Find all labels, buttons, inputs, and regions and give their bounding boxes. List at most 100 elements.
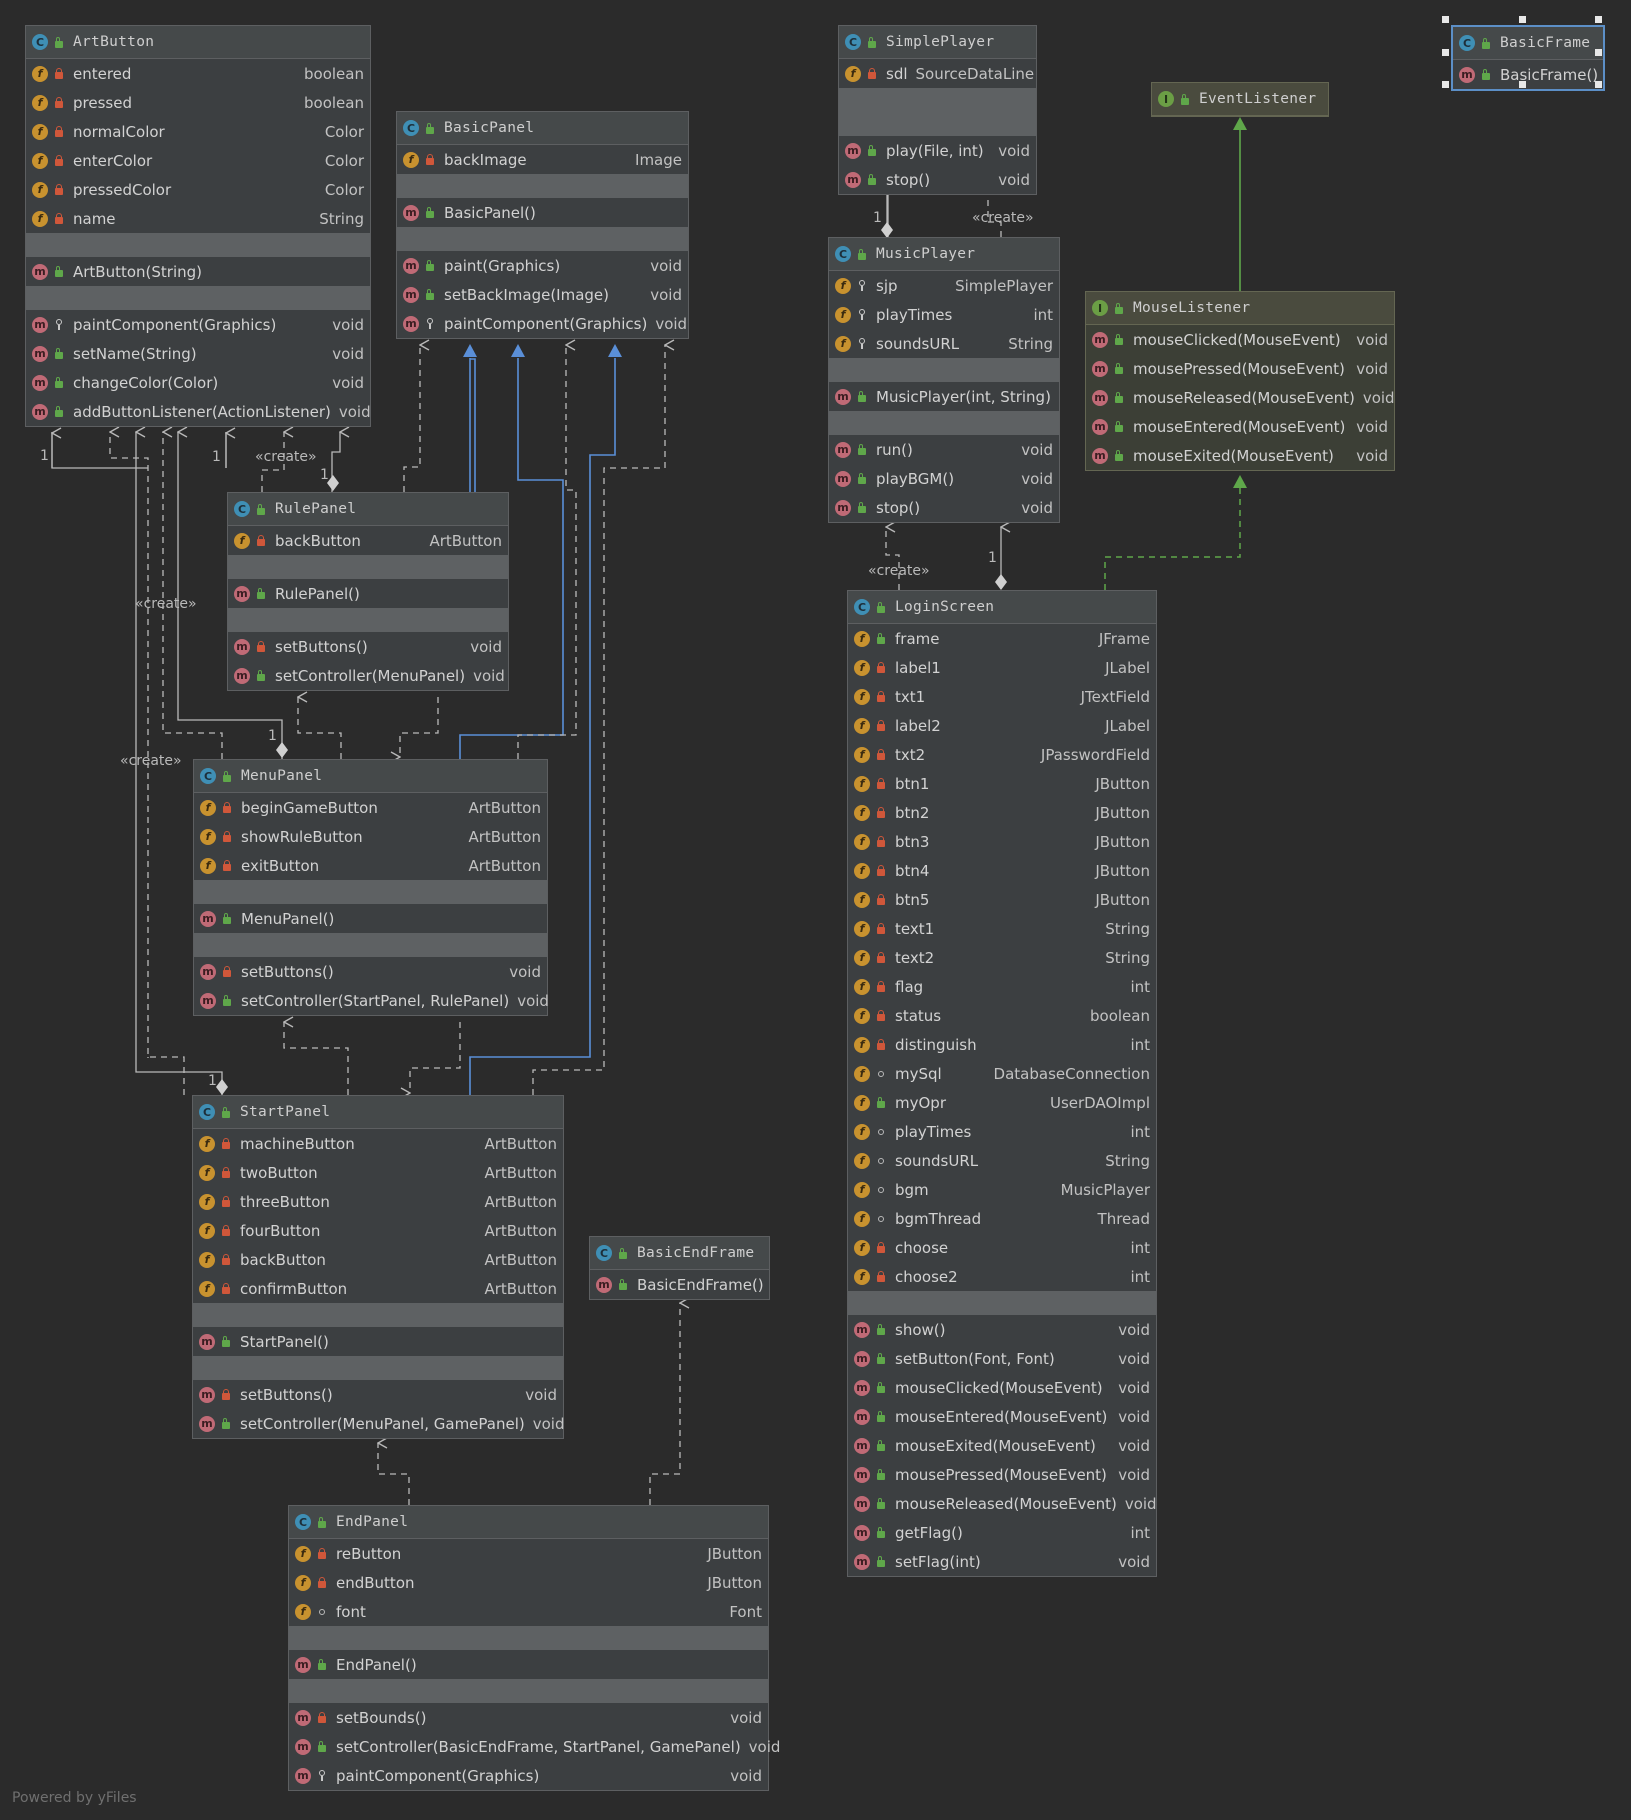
field-row[interactable]: f endButton JButton <box>289 1568 768 1597</box>
class-box-basicframe[interactable]: C BasicFrame m BasicFrame() <box>1451 25 1605 91</box>
field-row[interactable]: f status boolean <box>848 1001 1156 1030</box>
selection-handle[interactable] <box>1442 81 1449 88</box>
method-row[interactable]: m play(File, int) void <box>839 136 1036 165</box>
field-row[interactable]: f sdl SourceDataLine <box>839 59 1036 88</box>
class-box-simpleplayer[interactable]: C SimplePlayer f sdl SourceDataLine m play(Fil… <box>838 25 1037 195</box>
selection-handle[interactable] <box>1519 16 1526 23</box>
field-row[interactable]: f text1 String <box>848 914 1156 943</box>
method-row[interactable]: m mouseReleased(MouseEvent) void <box>1086 383 1395 412</box>
field-row[interactable]: f exitButton ArtButton <box>194 851 547 880</box>
method-row[interactable]: m setController(StartPanel, RulePanel) voi… <box>194 986 549 1015</box>
field-row[interactable]: f name String <box>26 204 370 233</box>
field-row[interactable]: f beginGameButton ArtButton <box>194 793 547 822</box>
method-row[interactable]: m mouseReleased(MouseEvent) void <box>848 1489 1157 1518</box>
constructor-row[interactable]: m BasicEndFrame() <box>590 1270 769 1299</box>
class-box-loginscreen[interactable]: C LoginScreen f frame JFrame f label1 JLabel f tx… <box>847 590 1157 1577</box>
field-row[interactable]: f machineButton ArtButton <box>193 1129 563 1158</box>
field-row[interactable]: f enterColor Color <box>26 146 370 175</box>
field-row[interactable]: f text2 String <box>848 943 1156 972</box>
field-row[interactable]: f sjp SimplePlayer <box>829 271 1059 300</box>
class-box-basicendframe[interactable]: C BasicEndFrame m BasicEndFrame() <box>589 1236 770 1300</box>
class-header[interactable]: C LoginScreen <box>848 591 1156 624</box>
field-row[interactable]: f btn3 JButton <box>848 827 1156 856</box>
method-row[interactable]: m setButtons() void <box>194 957 547 986</box>
class-box-rulepanel[interactable]: C RulePanel f backButton ArtButton m RulePanel… <box>227 492 509 691</box>
class-header[interactable]: C MenuPanel <box>194 760 547 793</box>
method-row[interactable]: m mouseClicked(MouseEvent) void <box>848 1373 1156 1402</box>
method-row[interactable]: m mouseExited(MouseEvent) void <box>1086 441 1394 470</box>
field-row[interactable]: f soundsURL String <box>829 329 1059 358</box>
method-row[interactable]: m setController(BasicEndFrame, StartPanel… <box>289 1732 780 1761</box>
field-row[interactable]: f bgm MusicPlayer <box>848 1175 1156 1204</box>
class-header[interactable]: C RulePanel <box>228 493 508 526</box>
field-row[interactable]: f myOpr UserDAOImpl <box>848 1088 1156 1117</box>
field-row[interactable]: f reButton JButton <box>289 1539 768 1568</box>
selection-handle[interactable] <box>1442 16 1449 23</box>
method-row[interactable]: m addButtonListener(ActionListener) void <box>26 397 371 426</box>
method-row[interactable]: m show() void <box>848 1315 1156 1344</box>
class-box-endpanel[interactable]: C EndPanel f reButton JButton f endButton JButt… <box>288 1505 780 1791</box>
field-row[interactable]: f pressed boolean <box>26 88 370 117</box>
class-box-musicplayer[interactable]: C MusicPlayer f sjp SimplePlayer f playTimes in… <box>828 237 1060 523</box>
class-header[interactable]: C ArtButton <box>26 26 370 59</box>
constructor-row[interactable]: m EndPanel() <box>289 1650 768 1679</box>
method-row[interactable]: m getFlag() int <box>848 1518 1156 1547</box>
method-row[interactable]: m mouseEntered(MouseEvent) void <box>848 1402 1156 1431</box>
method-row[interactable]: m paintComponent(Graphics) void <box>26 310 370 339</box>
selection-handle[interactable] <box>1519 81 1526 88</box>
constructor-row[interactable]: m BasicPanel() <box>397 198 688 227</box>
selection-handle[interactable] <box>1595 81 1602 88</box>
field-row[interactable]: f txt1 JTextField <box>848 682 1156 711</box>
class-header[interactable]: C BasicEndFrame <box>590 1237 769 1270</box>
class-header[interactable]: C StartPanel <box>193 1096 563 1129</box>
field-row[interactable]: f mySql DatabaseConnection <box>848 1059 1156 1088</box>
method-row[interactable]: m setFlag(int) void <box>848 1547 1156 1576</box>
method-row[interactable]: m playBGM() void <box>829 464 1059 493</box>
field-row[interactable]: f fourButton ArtButton <box>193 1216 563 1245</box>
field-row[interactable]: f bgmThread Thread <box>848 1204 1156 1233</box>
field-row[interactable]: f btn2 JButton <box>848 798 1156 827</box>
class-header[interactable]: I MouseListener <box>1086 292 1394 325</box>
field-row[interactable]: f playTimes int <box>829 300 1059 329</box>
class-header[interactable]: C EndPanel <box>289 1506 768 1539</box>
selection-handle[interactable] <box>1442 49 1449 56</box>
field-row[interactable]: f backButton ArtButton <box>228 526 508 555</box>
field-row[interactable]: f pressedColor Color <box>26 175 370 204</box>
constructor-row[interactable]: m StartPanel() <box>193 1327 563 1356</box>
selection-handle[interactable] <box>1595 16 1602 23</box>
method-row[interactable]: m mousePressed(MouseEvent) void <box>1086 354 1394 383</box>
class-header[interactable]: I EventListener <box>1152 83 1328 116</box>
method-row[interactable]: m mouseClicked(MouseEvent) void <box>1086 325 1394 354</box>
method-row[interactable]: m mouseExited(MouseEvent) void <box>848 1431 1156 1460</box>
method-row[interactable]: m setButtons() void <box>228 632 508 661</box>
field-row[interactable]: f btn1 JButton <box>848 769 1156 798</box>
method-row[interactable]: m changeColor(Color) void <box>26 368 370 397</box>
field-row[interactable]: f soundsURL String <box>848 1146 1156 1175</box>
selection-handle[interactable] <box>1595 49 1602 56</box>
field-row[interactable]: f txt2 JPasswordField <box>848 740 1156 769</box>
field-row[interactable]: f frame JFrame <box>848 624 1156 653</box>
field-row[interactable]: f btn5 JButton <box>848 885 1156 914</box>
method-row[interactable]: m stop() void <box>839 165 1036 194</box>
field-row[interactable]: f label1 JLabel <box>848 653 1156 682</box>
class-box-basicpanel[interactable]: C BasicPanel f backImage Image m BasicPanel() m… <box>396 111 689 339</box>
field-row[interactable]: f font Font <box>289 1597 768 1626</box>
class-header[interactable]: C BasicFrame <box>1453 27 1603 60</box>
field-row[interactable]: f playTimes int <box>848 1117 1156 1146</box>
method-row[interactable]: m run() void <box>829 435 1059 464</box>
class-box-startpanel[interactable]: C StartPanel f machineButton ArtButton f twoBu… <box>192 1095 564 1439</box>
field-row[interactable]: f twoButton ArtButton <box>193 1158 563 1187</box>
field-row[interactable]: f showRuleButton ArtButton <box>194 822 547 851</box>
method-row[interactable]: m paintComponent(Graphics) void <box>397 309 688 338</box>
field-row[interactable]: f label2 JLabel <box>848 711 1156 740</box>
method-row[interactable]: m stop() void <box>829 493 1059 522</box>
class-box-menupanel[interactable]: C MenuPanel f beginGameButton ArtButton f show… <box>193 759 549 1016</box>
field-row[interactable]: f choose int <box>848 1233 1156 1262</box>
class-box-mouselistener[interactable]: I MouseListener m mouseClicked(MouseEvent) v… <box>1085 291 1395 471</box>
constructor-row[interactable]: m MenuPanel() <box>194 904 547 933</box>
constructor-row[interactable]: m BasicFrame() <box>1453 60 1603 89</box>
method-row[interactable]: m setBounds() void <box>289 1703 768 1732</box>
field-row[interactable]: f choose2 int <box>848 1262 1156 1291</box>
field-row[interactable]: f btn4 JButton <box>848 856 1156 885</box>
class-box-eventlistener[interactable]: I EventListener <box>1151 82 1329 117</box>
